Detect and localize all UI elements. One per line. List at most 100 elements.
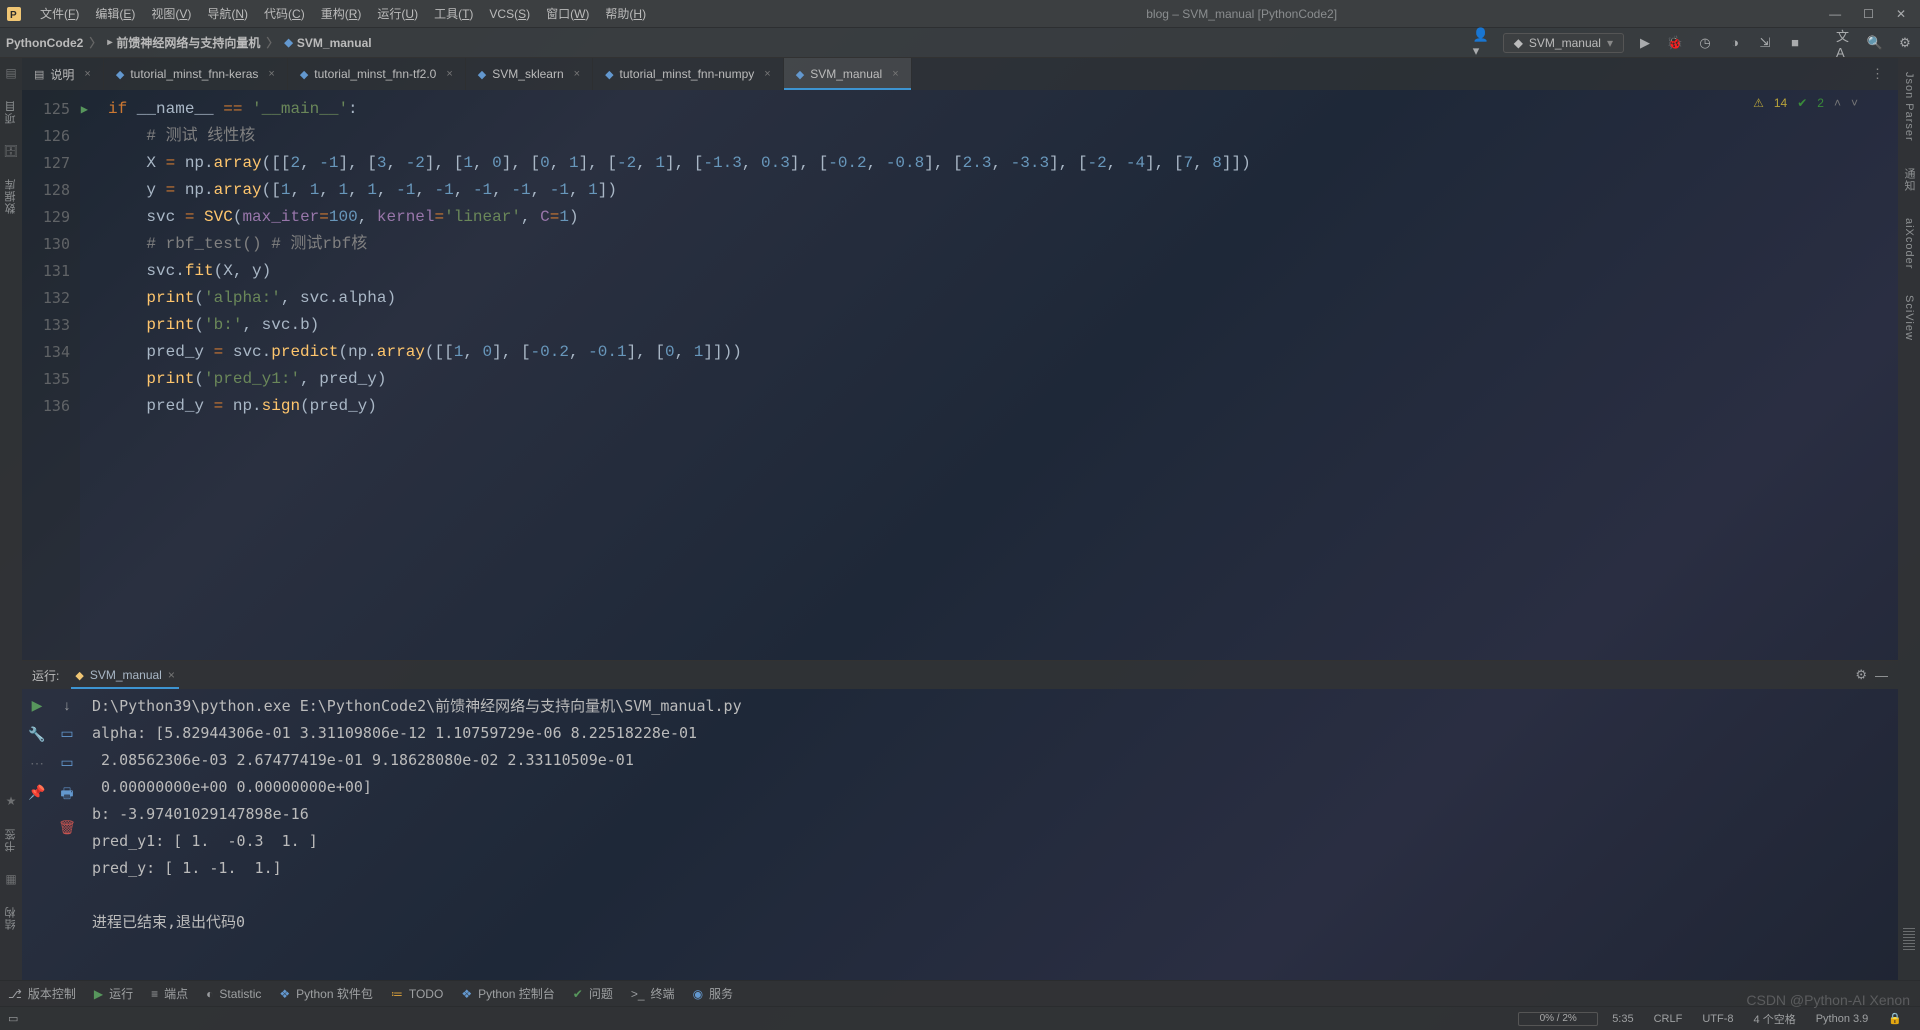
python-interpreter[interactable]: Python 3.9 bbox=[1806, 1013, 1879, 1025]
bottom-tool--[interactable]: ⎇版本控制 bbox=[8, 985, 76, 1002]
close-tab-icon[interactable]: × bbox=[84, 68, 90, 80]
bottom-tool--[interactable]: ≡端点 bbox=[151, 985, 188, 1002]
tab-svm-manual[interactable]: ◆SVM_manual× bbox=[784, 58, 912, 90]
menu-文件[interactable]: 文件(F) bbox=[32, 3, 87, 25]
pin-icon[interactable]: 📌 bbox=[28, 784, 45, 801]
chevron-down-icon[interactable]: ˅ bbox=[1851, 96, 1858, 110]
tab-tutorial-minst-fnn-keras[interactable]: ◆tutorial_minst_fnn-keras× bbox=[104, 58, 288, 90]
maximize-button[interactable]: ☐ bbox=[1863, 7, 1874, 21]
menu-代码[interactable]: 代码(C) bbox=[256, 3, 313, 25]
close-button[interactable]: ✕ bbox=[1896, 7, 1906, 21]
line-number[interactable]: 126 bbox=[22, 123, 70, 150]
line-number[interactable]: 130 bbox=[22, 231, 70, 258]
breadcrumb[interactable]: PythonCode2〉▸ 前馈神经网络与支持向量机〉◆ SVM_manual bbox=[6, 34, 372, 51]
menu-vcs[interactable]: VCS(S) bbox=[481, 3, 538, 25]
indent-setting[interactable]: 4 个空格 bbox=[1744, 1011, 1806, 1027]
delete-icon[interactable]: 🗑 bbox=[58, 819, 76, 836]
menu-帮助[interactable]: 帮助(H) bbox=[597, 3, 654, 25]
tabs-menu-icon[interactable]: ⋮ bbox=[1865, 58, 1890, 90]
settings-icon[interactable]: ⚙ bbox=[1896, 34, 1914, 52]
lock-icon[interactable]: 🔒 bbox=[1878, 1012, 1912, 1025]
project-icon[interactable]: ▤ bbox=[5, 66, 16, 80]
close-tab-icon[interactable]: × bbox=[268, 68, 274, 80]
filter2-icon[interactable]: ▭ bbox=[60, 754, 73, 771]
bottom-tool-todo[interactable]: ≔TODO bbox=[391, 987, 443, 1001]
run-button[interactable]: ▶ bbox=[1636, 34, 1654, 52]
rail-sciview[interactable]: SciView bbox=[1903, 289, 1915, 347]
inspection-widget[interactable]: ⚠ 14 ✔ 2 ˄ ˅ bbox=[1753, 96, 1858, 110]
rail-aixcoder[interactable]: aiXcoder bbox=[1903, 212, 1915, 275]
stepover-icon[interactable]: ↓ bbox=[64, 697, 71, 713]
close-tab-icon[interactable]: × bbox=[446, 68, 452, 80]
translate-icon[interactable]: 文A bbox=[1836, 34, 1854, 52]
line-number[interactable]: 127 bbox=[22, 150, 70, 177]
run-settings-icon[interactable]: ⚙ bbox=[1855, 667, 1867, 683]
rail-notifications[interactable]: 通知 bbox=[1901, 162, 1917, 198]
attach-button[interactable]: ⇲ bbox=[1756, 34, 1774, 52]
filter1-icon[interactable]: ▭ bbox=[60, 725, 73, 742]
rail-bookmarks[interactable]: 书签 bbox=[3, 822, 19, 858]
minimap[interactable] bbox=[1902, 928, 1916, 950]
ellipsis-icon[interactable]: ⋯ bbox=[30, 755, 44, 772]
run-hide-icon[interactable]: — bbox=[1875, 668, 1888, 683]
tab--[interactable]: ▤说明× bbox=[22, 58, 104, 90]
memory-indicator[interactable]: 0% / 2% bbox=[1518, 1012, 1598, 1026]
wrench-icon[interactable]: 🔧 bbox=[28, 726, 45, 743]
close-tab-icon[interactable]: × bbox=[892, 68, 898, 80]
bottom-tool--[interactable]: ▶运行 bbox=[94, 985, 133, 1002]
menu-工具[interactable]: 工具(T) bbox=[426, 3, 481, 25]
bookmark-icon[interactable]: ★ bbox=[6, 794, 17, 808]
stop-button[interactable]: ■ bbox=[1786, 34, 1804, 52]
editor[interactable]: 125126127128129130131132133134135136 if … bbox=[22, 90, 1898, 660]
code-area[interactable]: if __name__ == '__main__': # 测试 线性核 X = … bbox=[80, 90, 1898, 660]
bottom-tool--[interactable]: ◉服务 bbox=[693, 985, 734, 1002]
menu-编辑[interactable]: 编辑(E) bbox=[87, 3, 143, 25]
line-number[interactable]: 131 bbox=[22, 258, 70, 285]
tab-tutorial-minst-fnn-numpy[interactable]: ◆tutorial_minst_fnn-numpy× bbox=[593, 58, 784, 90]
rail-json-parser[interactable]: Json Parser bbox=[1903, 66, 1915, 148]
tab-tutorial-minst-fnn-tf2-0[interactable]: ◆tutorial_minst_fnn-tf2.0× bbox=[288, 58, 466, 90]
line-number[interactable]: 134 bbox=[22, 339, 70, 366]
run-configuration-selector[interactable]: ◆ SVM_manual ▾ bbox=[1503, 33, 1624, 53]
run-tab[interactable]: ◆ SVM_manual × bbox=[67, 661, 183, 689]
bottom-tool-statistic[interactable]: ◐Statistic bbox=[206, 987, 261, 1001]
structure-icon[interactable]: ▦ bbox=[5, 872, 16, 886]
menu-视图[interactable]: 视图(V) bbox=[143, 3, 199, 25]
line-number[interactable]: 129 bbox=[22, 204, 70, 231]
menu-运行[interactable]: 运行(U) bbox=[369, 3, 426, 25]
console-output[interactable]: D:\Python39\python.exe E:\PythonCode2\前馈… bbox=[82, 689, 1898, 980]
breadcrumb-part[interactable]: SVM_manual bbox=[297, 36, 372, 50]
menu-导航[interactable]: 导航(N) bbox=[199, 3, 256, 25]
chevron-up-icon[interactable]: ˄ bbox=[1834, 96, 1841, 110]
bottom-tool--[interactable]: ✔问题 bbox=[573, 985, 613, 1002]
breadcrumb-part[interactable]: PythonCode2 bbox=[6, 36, 83, 50]
line-separator[interactable]: CRLF bbox=[1644, 1013, 1693, 1025]
breadcrumb-part[interactable]: 前馈神经网络与支持向量机 bbox=[116, 34, 260, 51]
caret-position[interactable]: 5:35 bbox=[1602, 1013, 1643, 1025]
database-icon[interactable]: 🗄 bbox=[3, 144, 18, 158]
menu-窗口[interactable]: 窗口(W) bbox=[538, 3, 597, 25]
line-number[interactable]: 135 bbox=[22, 366, 70, 393]
line-number[interactable]: 125 bbox=[22, 96, 70, 123]
line-number[interactable]: 132 bbox=[22, 285, 70, 312]
tab-svm-sklearn[interactable]: ◆SVM_sklearn× bbox=[466, 58, 593, 90]
search-icon[interactable]: 🔍 bbox=[1866, 34, 1884, 52]
file-encoding[interactable]: UTF-8 bbox=[1692, 1013, 1743, 1025]
profile-button[interactable]: ◑ bbox=[1726, 34, 1744, 52]
rail-project[interactable]: 项目 bbox=[3, 94, 19, 130]
rerun-icon[interactable]: ▶ bbox=[32, 697, 43, 714]
line-number[interactable]: 128 bbox=[22, 177, 70, 204]
minimize-button[interactable]: — bbox=[1829, 7, 1841, 21]
run-with-coverage-button[interactable]: ◷ bbox=[1696, 34, 1714, 52]
users-icon[interactable]: 👤▾ bbox=[1473, 34, 1491, 52]
bottom-tool-python-[interactable]: ❖Python 控制台 bbox=[461, 985, 554, 1002]
line-number[interactable]: 136 bbox=[22, 393, 70, 420]
menu-重构[interactable]: 重构(R) bbox=[313, 3, 370, 25]
tool-window-quick-icon[interactable]: ▭ bbox=[8, 1012, 18, 1025]
rail-structure[interactable]: 结构 bbox=[3, 900, 19, 936]
close-tab-icon[interactable]: × bbox=[764, 68, 770, 80]
debug-button[interactable]: 🐞 bbox=[1666, 34, 1684, 52]
close-tab-icon[interactable]: × bbox=[574, 68, 580, 80]
bottom-tool--[interactable]: >_终端 bbox=[631, 985, 675, 1002]
line-number[interactable]: 133 bbox=[22, 312, 70, 339]
